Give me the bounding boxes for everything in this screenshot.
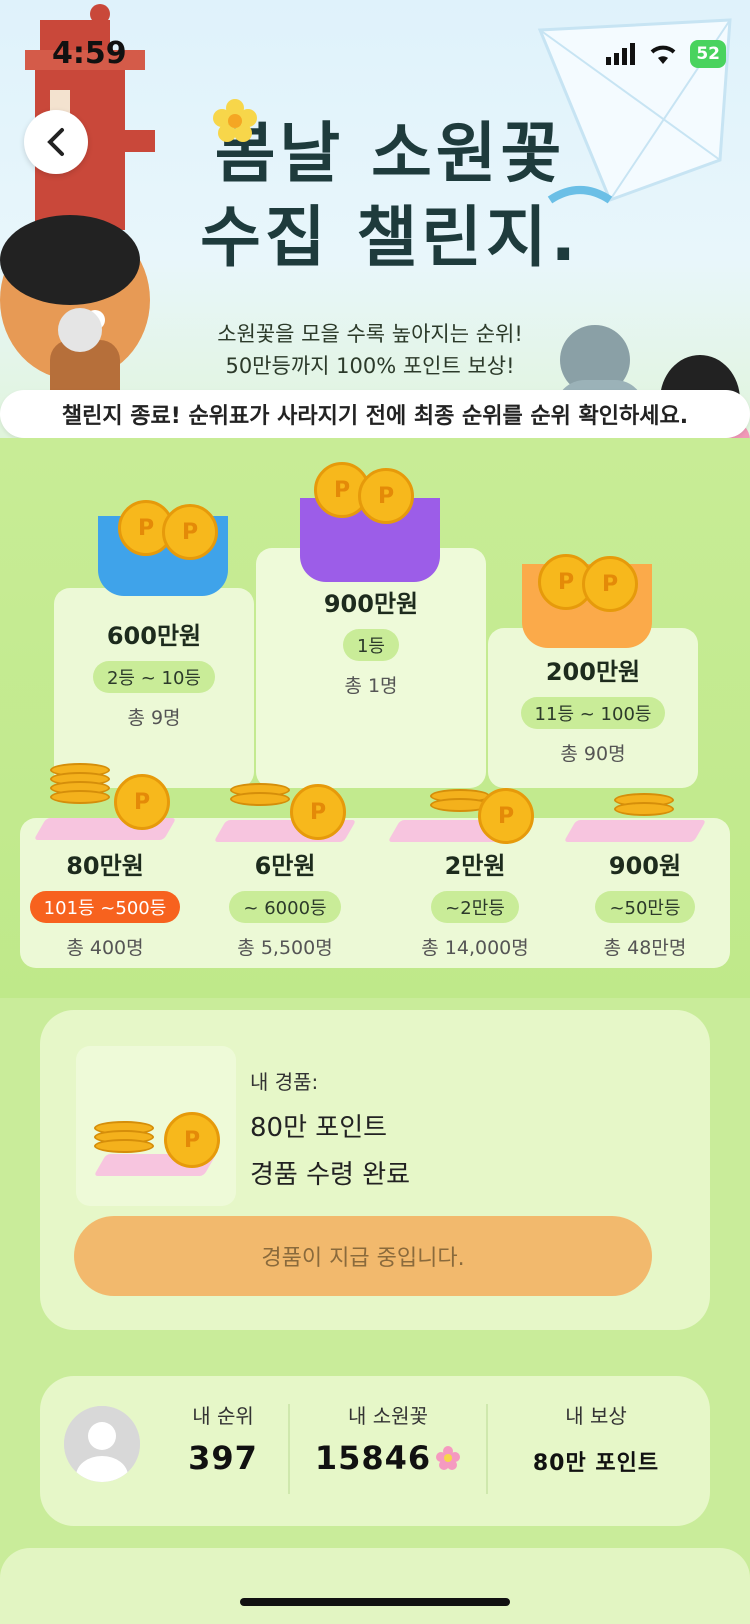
my-rank-stat: 내 순위 397 bbox=[168, 1400, 278, 1477]
coin-icon: P bbox=[162, 504, 218, 560]
prize-tier-5: 6만원 ~ 6000등 총 5,500명 bbox=[200, 846, 370, 960]
coin-icon: P bbox=[358, 468, 414, 524]
wifi-icon bbox=[650, 45, 676, 64]
my-prize-info: 내 경품: 80만 포인트 경품 수령 완료 bbox=[250, 1066, 410, 1191]
challenge-end-notice: 챌린지 종료! 순위표가 사라지기 전에 최종 순위를 순위 확인하세요. bbox=[0, 390, 750, 438]
prize-delivery-button[interactable]: 경품이 지급 중입니다. bbox=[74, 1216, 652, 1296]
prize-second: 600만원 2등 ~ 10등 총 9명 bbox=[54, 616, 254, 730]
winner-count: 총 1명 bbox=[344, 675, 398, 697]
coin-stack-illustration bbox=[50, 763, 110, 804]
rank-range-badge: 2등 ~ 10등 bbox=[92, 661, 215, 693]
my-rank-card: 내 순위 397 내 소원꽃 15846 내 보상 80만 포인트 bbox=[40, 1376, 710, 1526]
coin-stack-illustration bbox=[94, 1121, 154, 1153]
status-bar: 4:59 52 bbox=[0, 30, 750, 80]
rank-range-badge-current: 101등 ~500등 bbox=[29, 891, 181, 923]
winner-count: 총 5,500명 bbox=[237, 937, 333, 959]
subtitle-line-1: 소원꽃을 모을 수록 높아지는 순위! bbox=[217, 322, 523, 346]
signal-icon bbox=[606, 43, 636, 65]
winner-count: 총 9명 bbox=[127, 707, 181, 729]
my-prize-card: P 내 경품: 80만 포인트 경품 수령 완료 경품이 지급 중입니다. bbox=[40, 1010, 710, 1330]
coin-icon: P bbox=[290, 784, 346, 840]
bottom-card-peek bbox=[0, 1548, 750, 1624]
winner-count: 총 14,000명 bbox=[421, 937, 529, 959]
subtitle: 소원꽃을 모을 수록 높아지는 순위! 50만등까지 100% 포인트 보상! bbox=[150, 318, 590, 382]
flower-icon bbox=[213, 99, 257, 142]
divider bbox=[288, 1404, 290, 1494]
winner-count: 총 48만명 bbox=[603, 937, 687, 959]
my-prize-label: 내 경품: bbox=[250, 1070, 319, 1094]
my-flowers-stat: 내 소원꽃 15846 bbox=[298, 1400, 478, 1477]
stat-label: 내 보상 bbox=[565, 1404, 627, 1428]
rank-range-badge: 11등 ~ 100등 bbox=[520, 697, 666, 729]
orange-basket-illustration: P P bbox=[522, 554, 652, 648]
prize-first: 900만원 1등 총 1명 bbox=[256, 584, 486, 698]
back-button[interactable] bbox=[24, 110, 88, 174]
prize-amount: 80만원 bbox=[66, 852, 144, 880]
picnic-mat-illustration bbox=[563, 820, 707, 842]
default-avatar-icon bbox=[64, 1406, 140, 1482]
prize-podium: P P P P P P 600만원 2등 ~ 10등 총 9명 900만원 1등… bbox=[0, 438, 750, 998]
stat-value: 397 bbox=[188, 1439, 258, 1477]
prize-amount: 200만원 bbox=[545, 658, 641, 686]
my-reward-stat: 내 보상 80만 포인트 bbox=[496, 1400, 696, 1477]
stat-value: 80만 포인트 bbox=[532, 1451, 660, 1476]
coin-icon: P bbox=[478, 788, 534, 844]
title-line-2: 수집 챌린지. bbox=[200, 199, 580, 276]
subtitle-line-2: 50만등까지 100% 포인트 보상! bbox=[225, 354, 515, 378]
prize-tier-6: 2만원 ~2만등 총 14,000명 bbox=[380, 846, 570, 960]
prize-amount: 6만원 bbox=[254, 852, 316, 880]
stat-label: 내 소원꽃 bbox=[348, 1404, 428, 1428]
status-time: 4:59 bbox=[52, 36, 127, 71]
status-icons: 52 bbox=[606, 40, 726, 68]
rank-range-badge: 1등 bbox=[342, 629, 399, 661]
avatar bbox=[64, 1406, 140, 1482]
coin-icon: P bbox=[582, 556, 638, 612]
chevron-left-icon bbox=[47, 128, 64, 156]
winner-count: 총 400명 bbox=[66, 937, 144, 959]
prize-amount: 600만원 bbox=[106, 622, 202, 650]
divider bbox=[486, 1404, 488, 1494]
prize-thumbnail: P bbox=[76, 1046, 236, 1206]
prize-third: 200만원 11등 ~ 100등 총 90명 bbox=[488, 652, 698, 766]
battery-indicator: 52 bbox=[690, 40, 726, 68]
coin-stack-illustration bbox=[614, 793, 674, 816]
rank-range-badge: ~2만등 bbox=[431, 891, 519, 923]
prize-tier-4: 80만원 101등 ~500등 총 400명 bbox=[20, 846, 190, 960]
rank-range-badge: ~50만등 bbox=[595, 891, 695, 923]
prize-amount: 900만원 bbox=[323, 590, 419, 618]
home-indicator[interactable] bbox=[240, 1598, 510, 1606]
coin-icon: P bbox=[164, 1112, 220, 1168]
coin-icon: P bbox=[114, 774, 170, 830]
purple-basket-illustration: P P bbox=[300, 462, 440, 582]
coin-stack-illustration bbox=[230, 783, 290, 806]
blue-basket-illustration: P P bbox=[98, 500, 228, 596]
prize-amount: 2만원 bbox=[444, 852, 506, 880]
prize-tier-7: 900원 ~50만등 총 48만명 bbox=[560, 846, 730, 960]
my-prize-name: 80만 포인트 bbox=[250, 1113, 388, 1143]
stat-label: 내 순위 bbox=[192, 1404, 254, 1428]
rank-range-badge: ~ 6000등 bbox=[229, 891, 341, 923]
stat-value: 15846 bbox=[314, 1439, 432, 1477]
my-prize-status: 경품 수령 완료 bbox=[250, 1160, 411, 1190]
winner-count: 총 90명 bbox=[560, 743, 626, 765]
wish-flower-icon bbox=[436, 1446, 461, 1470]
prize-amount: 900원 bbox=[608, 852, 682, 880]
